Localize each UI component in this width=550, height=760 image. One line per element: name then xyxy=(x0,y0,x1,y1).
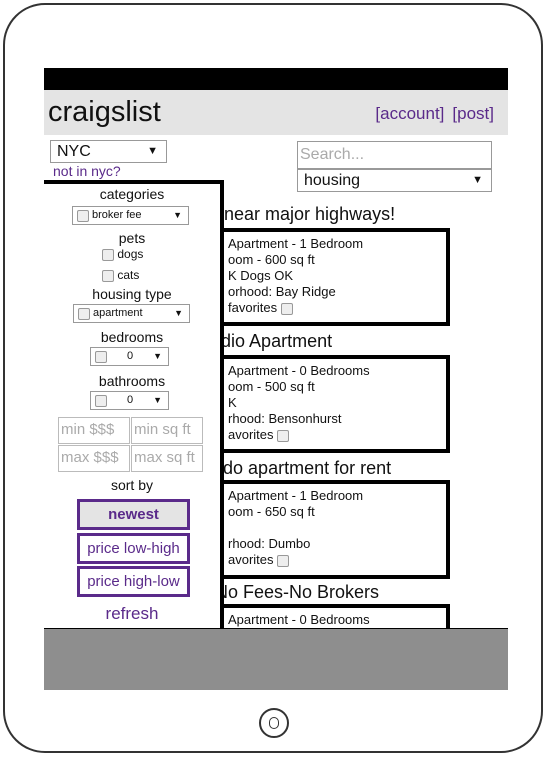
post-link[interactable]: [post] xyxy=(452,104,494,123)
home-icon xyxy=(269,717,279,729)
bathrooms-select[interactable]: 0 ▼ xyxy=(90,391,169,410)
categories-label: categories xyxy=(99,186,165,202)
bathrooms-value: 0 xyxy=(127,394,134,406)
max-sqft-input[interactable]: max sq ft xyxy=(131,445,203,472)
max-price-input[interactable]: max $$$ xyxy=(58,445,130,472)
home-button[interactable] xyxy=(259,708,289,738)
favorite-checkbox[interactable] xyxy=(277,429,290,442)
favorite-checkbox[interactable] xyxy=(280,302,293,315)
logo[interactable]: craigslist xyxy=(48,96,161,129)
account-link[interactable]: [account] xyxy=(375,104,444,123)
listing-line: oom - 500 sq ft xyxy=(228,379,315,394)
cats-checkbox[interactable]: cats xyxy=(102,268,139,282)
header: craigslist [account] [post] xyxy=(44,90,508,135)
bedrooms-select[interactable]: 0 ▼ xyxy=(90,347,169,366)
favorites-label: avorites xyxy=(228,427,274,442)
bathrooms-label: bathrooms xyxy=(98,373,166,389)
chevron-down-icon: ▼ xyxy=(153,351,162,361)
sort-newest-button[interactable]: newest xyxy=(77,499,190,530)
chevron-down-icon: ▼ xyxy=(147,145,158,157)
cats-label: cats xyxy=(117,268,140,282)
listing-line: Apartment - 0 Bedrooms xyxy=(228,363,370,378)
listing-line: oom - 600 sq ft xyxy=(228,252,315,267)
search-input[interactable]: Search... xyxy=(297,141,492,169)
not-in-nyc-link[interactable]: not in nyc? xyxy=(53,163,121,179)
housing-type-select[interactable]: apartment ▼ xyxy=(73,304,190,323)
checkbox-box xyxy=(102,248,114,261)
min-price-input[interactable]: min $$$ xyxy=(58,417,130,444)
min-sqft-input[interactable]: min sq ft xyxy=(131,417,203,444)
sort-price-low-high-button[interactable]: price low-high xyxy=(77,533,190,564)
favorites-label: favorites xyxy=(228,300,278,315)
listing-line: oom - 650 sq ft xyxy=(228,504,315,519)
listing-line: rhood: Dumbo xyxy=(228,536,311,551)
listing-card[interactable]: Apartment - 1 Bedroom oom - 600 sq ft K Do… xyxy=(194,228,450,326)
bedrooms-label: bedrooms xyxy=(100,329,164,345)
filter-sidebar: categories broker fee ▼ pets dogs cats ho… xyxy=(44,180,224,628)
bedrooms-value: 0 xyxy=(127,350,134,362)
listing-line: orhood: Bay Ridge xyxy=(228,284,336,299)
dogs-checkbox[interactable]: dogs xyxy=(102,247,143,261)
chevron-down-icon: ▼ xyxy=(174,308,183,318)
listing-line: Apartment - 1 Bedroom xyxy=(228,236,364,251)
location-value: NYC xyxy=(57,143,91,160)
category-select[interactable]: housing ▼ xyxy=(297,169,492,192)
listing-line: rhood: Bensonhurst xyxy=(228,411,342,426)
listing-line: K Dogs OK xyxy=(228,268,294,283)
listing-line: Apartment - 1 Bedroom xyxy=(228,488,364,503)
status-bar xyxy=(44,68,508,90)
housing-type-value: apartment xyxy=(93,307,143,319)
listing-card[interactable]: Apartment - 0 Bedrooms oom - 500 sq ft Krh… xyxy=(194,355,450,453)
listing-title[interactable]: om near major highways! xyxy=(194,204,395,225)
checkbox[interactable] xyxy=(95,351,107,363)
refresh-link[interactable]: refresh xyxy=(44,604,220,624)
checkbox[interactable] xyxy=(77,210,89,222)
favorites-label: avorites xyxy=(228,552,274,567)
favorite-checkbox[interactable] xyxy=(277,554,290,567)
categories-value: broker fee xyxy=(92,209,142,221)
chevron-down-icon: ▼ xyxy=(173,210,182,220)
location-select[interactable]: NYC ▼ xyxy=(50,140,167,163)
chevron-down-icon: ▼ xyxy=(472,174,483,186)
screen: craigslist [account] [post] NYC ▼ not in n… xyxy=(44,68,508,690)
categories-select[interactable]: broker fee ▼ xyxy=(72,206,189,225)
bottom-panel xyxy=(44,628,508,690)
housing-type-label: housing type xyxy=(92,286,172,302)
listing-line: Apartment - 0 Bedrooms xyxy=(228,612,370,627)
sort-by-label: sort by xyxy=(110,477,153,493)
sort-price-high-low-button[interactable]: price high-low xyxy=(77,566,190,597)
category-value: housing xyxy=(304,172,361,189)
checkbox[interactable] xyxy=(78,308,90,320)
listing-card[interactable]: Apartment - 1 Bedroom oom - 650 sq ft rhoo… xyxy=(194,480,450,579)
pets-label: pets xyxy=(118,230,146,246)
checkbox[interactable] xyxy=(95,395,107,407)
listing-line: K xyxy=(228,395,237,410)
checkbox-box xyxy=(102,269,114,282)
listing-line xyxy=(228,520,446,536)
chevron-down-icon: ▼ xyxy=(153,395,162,405)
dogs-label: dogs xyxy=(117,247,144,261)
